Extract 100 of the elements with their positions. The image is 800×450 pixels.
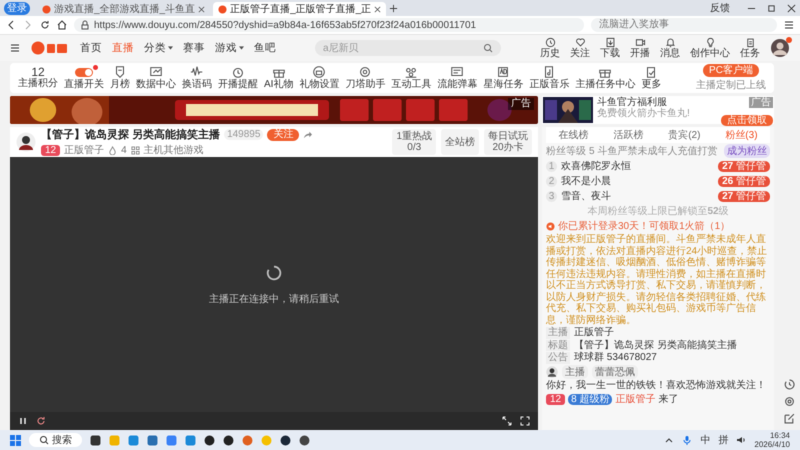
new-tab-icon[interactable] [389, 4, 398, 12]
speaker-icon[interactable] [736, 435, 746, 445]
refresh-icon[interactable] [36, 416, 46, 426]
rank-badge: 1 [546, 160, 557, 172]
action-label[interactable]: 历史 [540, 48, 560, 59]
settings-icon[interactable] [784, 396, 794, 407]
browser-tab[interactable]: 正版管子直播_正版管子直播_正 [213, 2, 386, 16]
action-label[interactable]: 下载 [600, 48, 620, 59]
video-player[interactable]: 主播正在连接中，请稍后重试 [10, 157, 538, 430]
tool-label[interactable]: 礼物设置 [299, 79, 340, 91]
ad-icon[interactable] [496, 65, 510, 79]
edit-icon[interactable] [784, 413, 794, 424]
tool-label[interactable]: 数据中心 [136, 79, 176, 91]
reload-icon[interactable] [40, 20, 50, 30]
logo-icon[interactable] [30, 40, 70, 56]
search-field[interactable]: 搜索 [29, 433, 82, 447]
join-fans-button[interactable]: 成为粉丝 [724, 144, 770, 158]
gear-icon[interactable] [358, 65, 372, 79]
panel-tab[interactable]: 在线榜 [558, 128, 588, 142]
profile-button[interactable]: 登录 [4, 2, 30, 14]
microphone-icon[interactable] [682, 435, 692, 445]
close-icon[interactable] [787, 4, 796, 12]
fullscreen-icon[interactable] [520, 416, 530, 426]
tool-label[interactable]: 互动工具 [391, 79, 432, 91]
back-icon[interactable] [6, 20, 16, 30]
history-icon[interactable] [784, 379, 794, 390]
tool-label[interactable]: 流能弹幕 [437, 79, 478, 91]
bulb-icon[interactable] [704, 37, 716, 48]
room-button[interactable]: 1重热战 0/3 [392, 129, 436, 155]
screen-icon[interactable] [450, 65, 464, 79]
fan-name[interactable]: 欢喜佛陀罗永恒 [561, 159, 714, 173]
avatar-icon[interactable] [770, 38, 790, 58]
group-icon[interactable] [404, 65, 418, 79]
room-button[interactable]: 每日试玩 20办卡 [484, 129, 532, 155]
close-icon[interactable] [374, 6, 382, 12]
tool-label[interactable]: 更多 [641, 79, 662, 91]
tool-label[interactable]: 月榜 [110, 79, 130, 91]
share-icon[interactable] [303, 130, 312, 139]
clock-date[interactable]: 2026/4/10 [754, 440, 790, 449]
entry-text: 来了 [658, 392, 678, 406]
fan-name[interactable]: 雪音、夜斗 [561, 189, 714, 203]
panel-tab[interactable]: 活跃榜 [613, 128, 644, 142]
tool-label[interactable]: AI礼物 [264, 79, 294, 91]
panel-tab[interactable]: 贵宾(2) [668, 128, 700, 142]
action-label[interactable]: 关注 [570, 48, 590, 59]
search-field[interactable]: 流脑进入奖放事 [591, 18, 777, 32]
start-icon[interactable] [10, 434, 21, 446]
menu-icon[interactable] [10, 43, 20, 53]
search-icon[interactable] [483, 43, 493, 53]
browser-tab[interactable]: 游戏直播_全部游戏直播_斗鱼直 [37, 2, 210, 16]
address-bar[interactable]: https://www.douyu.com/284550?dyshid=a9b84a-16f653ab5f270f23f24a016b00011701 [74, 18, 584, 32]
app-icon[interactable] [223, 434, 234, 446]
action-label[interactable]: 任务 [740, 48, 760, 59]
pause-icon[interactable] [18, 416, 28, 426]
download-icon[interactable] [604, 37, 616, 48]
menu-icon[interactable] [784, 20, 794, 30]
app-icon[interactable] [204, 434, 215, 446]
tool-label[interactable]: 直播开关 [64, 79, 104, 91]
tool-label[interactable]: 换语码 [182, 79, 212, 91]
expand-icon[interactable] [502, 416, 512, 426]
action-label[interactable]: 开播 [630, 48, 650, 59]
nav-link[interactable]: 分类 [144, 41, 173, 55]
clock-time[interactable]: 16:34 [770, 431, 790, 440]
shield-icon[interactable] [113, 65, 127, 79]
action-label[interactable]: 创作中心 [690, 48, 730, 59]
input-method[interactable]: 中 [700, 433, 710, 447]
streamer-name[interactable]: 正版管子 [64, 143, 104, 157]
heart-icon[interactable] [574, 37, 586, 48]
ad-subtitle: 免费领火箭办卡鱼丸! [597, 108, 691, 119]
nav-link[interactable]: 赛事 [183, 41, 205, 55]
history-icon[interactable] [544, 37, 556, 48]
chart-icon[interactable] [149, 65, 163, 79]
tool-label[interactable]: 星海任务 [483, 79, 524, 91]
tool-label[interactable]: 主播任务中心 [575, 79, 636, 91]
avatar-icon[interactable] [546, 366, 558, 378]
tool-label[interactable]: 刀塔助手 [345, 79, 386, 91]
input-method[interactable]: 拼 [718, 433, 728, 447]
feedback-button[interactable]: 反馈 [710, 1, 730, 15]
avatar-icon[interactable] [16, 132, 36, 152]
panel-tab[interactable]: 粉丝(3) [725, 128, 758, 142]
nav-link[interactable]: 首页 [80, 41, 102, 55]
tool-label[interactable]: 正版音乐 [529, 79, 570, 91]
user-name[interactable]: 蕾蕾恐佩 [592, 364, 638, 378]
nav-link[interactable]: 游戏 [215, 41, 244, 55]
camera-icon[interactable] [634, 37, 646, 48]
action-label[interactable]: 消息 [660, 48, 680, 59]
alarm-clock-icon[interactable] [231, 65, 245, 79]
tool-label[interactable]: 开播提醒 [218, 79, 258, 91]
fan-name[interactable]: 我不是小晨 [561, 174, 714, 188]
close-icon[interactable] [198, 6, 206, 12]
clipboard-icon[interactable] [744, 37, 756, 48]
maximize-icon[interactable] [767, 4, 776, 12]
home-icon[interactable] [57, 20, 67, 30]
bell-icon[interactable] [664, 37, 676, 48]
toggle-switch[interactable] [75, 68, 93, 76]
category-link[interactable]: 主机其他游戏 [144, 143, 204, 157]
nav-link[interactable]: 鱼吧 [254, 41, 276, 55]
room-button[interactable]: 全站榜 [441, 129, 479, 155]
ad-card[interactable]: 斗鱼官方福利服 广告 免费领火箭办卡鱼丸! 点击领取 [542, 96, 774, 124]
app-icon[interactable] [299, 434, 310, 446]
